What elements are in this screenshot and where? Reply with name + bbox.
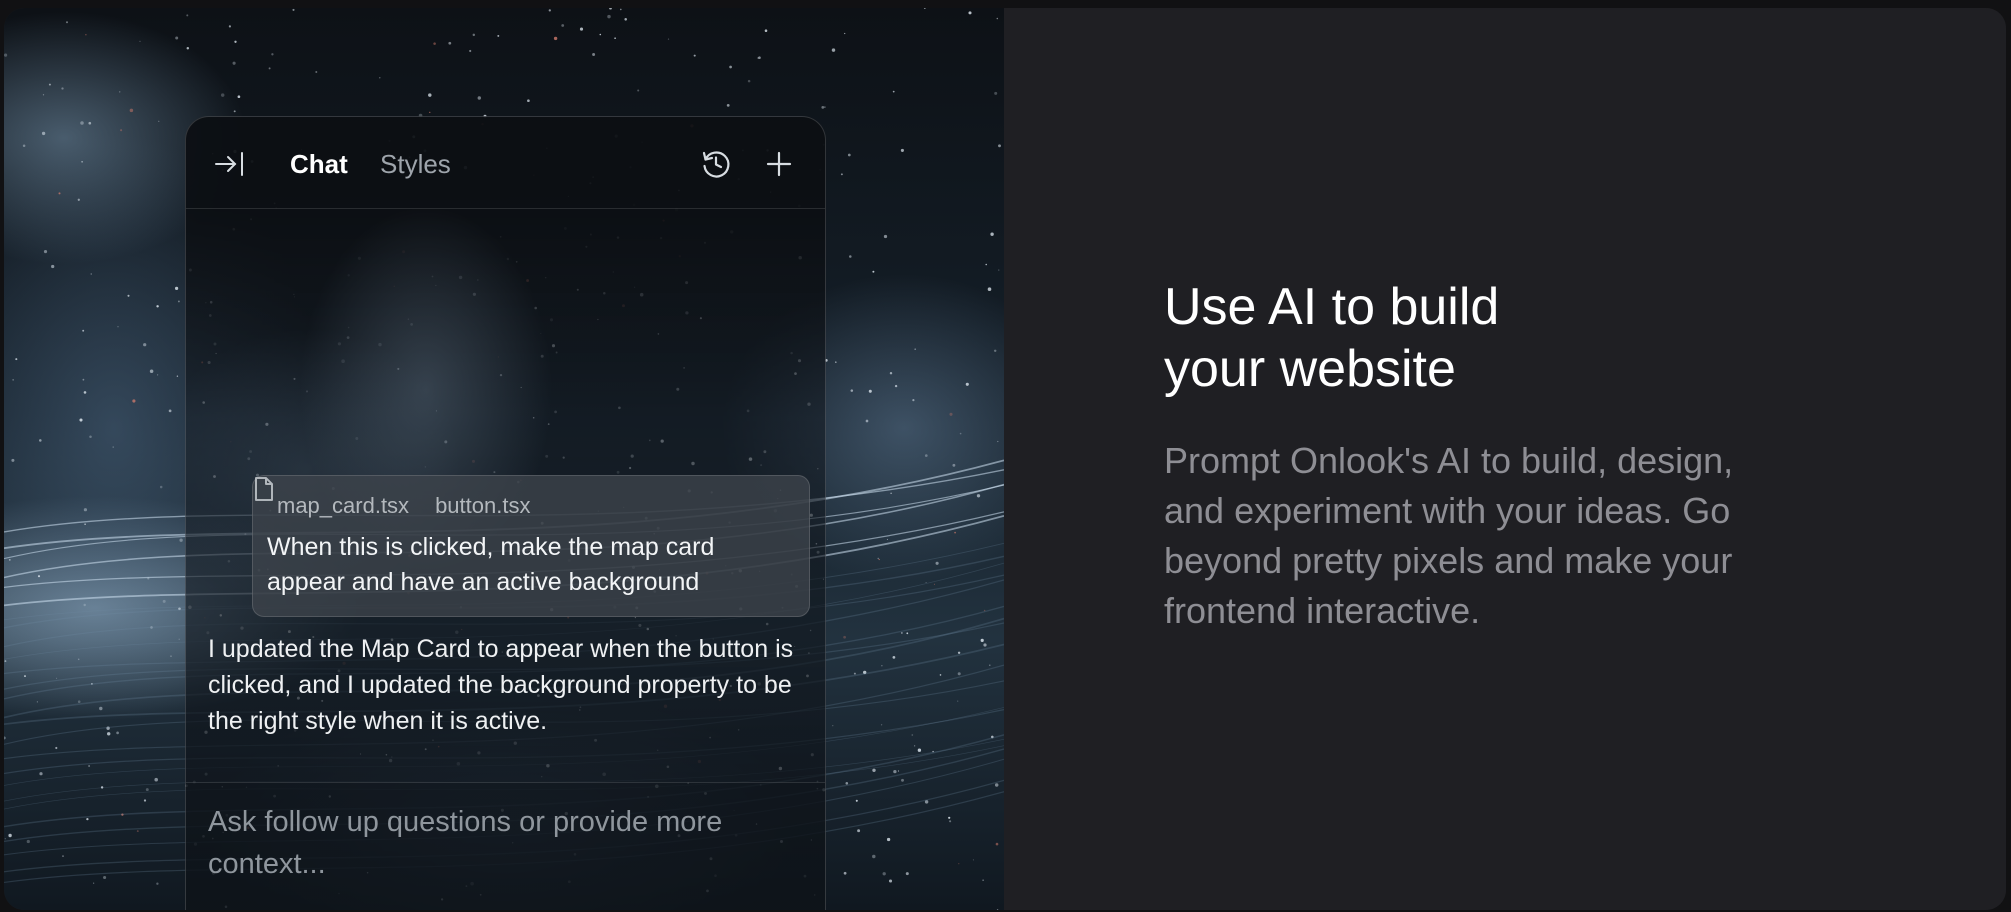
- chat-input[interactable]: [208, 801, 798, 910]
- user-message-text: When this is clicked, make the map card …: [267, 533, 715, 596]
- chat-header: Chat Styles: [186, 117, 825, 209]
- attached-files: map_card.tsx button.tsx: [255, 477, 795, 520]
- feature-description: Prompt Onlook's AI to build, design, and…: [1164, 440, 1734, 631]
- file-chip[interactable]: map_card.tsx: [255, 477, 410, 519]
- tab-chat[interactable]: Chat: [290, 147, 348, 181]
- arrow-right-to-line-icon[interactable]: [214, 150, 246, 178]
- feature-headline: Use AI to build your website: [1164, 276, 1784, 400]
- background-artwork: Chat Styles map_card.tsx button.tsx When…: [4, 8, 1004, 910]
- chat-panel: Chat Styles map_card.tsx button.tsx When…: [185, 116, 826, 910]
- assistant-message: I updated the Map Card to appear when th…: [208, 635, 794, 735]
- chat-input-area: [186, 782, 825, 910]
- user-message: map_card.tsx button.tsx When this is cli…: [252, 475, 810, 617]
- headline-line-1: Use AI to build: [1164, 278, 1500, 336]
- plus-icon[interactable]: [763, 148, 795, 180]
- file-chip[interactable]: button.tsx: [255, 477, 531, 519]
- feature-card: Chat Styles map_card.tsx button.tsx When…: [4, 8, 2006, 910]
- history-icon[interactable]: [700, 148, 732, 180]
- feature-copy: Use AI to build your website Prompt Onlo…: [1004, 8, 2006, 910]
- file-chip-label: map_card.tsx: [277, 493, 410, 518]
- tab-styles[interactable]: Styles: [380, 147, 451, 181]
- headline-line-2: your website: [1164, 340, 1456, 398]
- file-chip-label: button.tsx: [435, 493, 531, 518]
